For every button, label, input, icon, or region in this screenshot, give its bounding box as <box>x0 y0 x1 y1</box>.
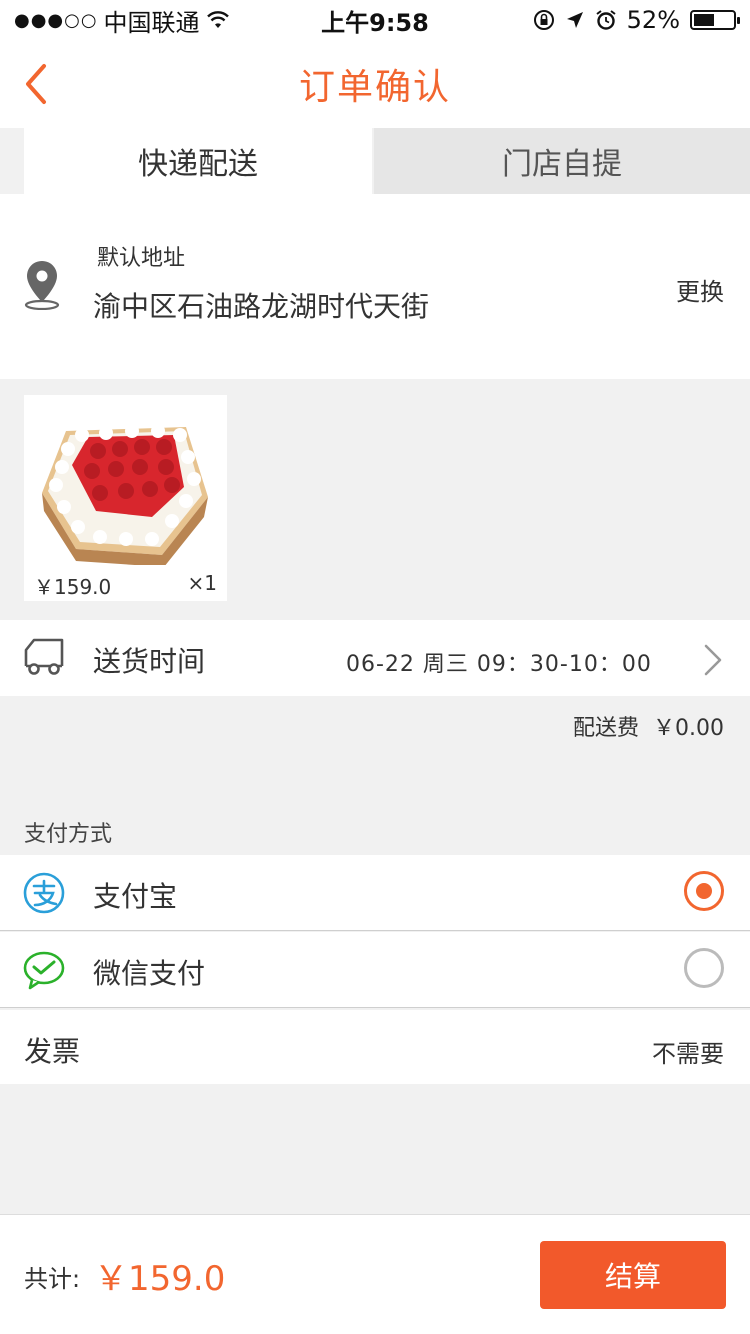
change-address-button[interactable]: 更换 <box>676 272 724 307</box>
battery-level-fill <box>694 14 714 26</box>
tab-store-pickup[interactable]: 门店自提 <box>374 128 750 194</box>
total-label: 共计: <box>24 1265 81 1293</box>
alipay-icon <box>23 872 65 914</box>
truck-icon <box>24 638 64 675</box>
product-quantity: ×1 <box>187 571 217 595</box>
status-bar: ●●●○○ 中国联通 上午9:58 52% <box>0 0 750 40</box>
total-amount: ￥159.0 <box>94 1259 226 1299</box>
delivery-fee-value: ￥0.00 <box>653 716 724 741</box>
chevron-right-icon <box>704 644 722 676</box>
address-default-label: 默认地址 <box>97 246 186 271</box>
payment-method-heading: 支付方式 <box>24 822 113 847</box>
status-left: ●●●○○ 中国联通 <box>14 3 314 38</box>
battery-icon <box>690 10 740 30</box>
alipay-radio[interactable] <box>684 871 724 911</box>
carrier-name: 中国联通 <box>103 8 200 37</box>
payment-option-alipay[interactable]: 支付宝 <box>0 855 750 931</box>
back-button[interactable] <box>20 62 60 106</box>
wechat-pay-label: 微信支付 <box>93 957 206 990</box>
rotation-lock-icon <box>533 10 554 30</box>
tab-express-delivery[interactable]: 快递配送 <box>24 128 372 194</box>
battery-percent: 52% <box>626 6 680 34</box>
delivery-tabs: 快递配送 门店自提 <box>0 128 750 194</box>
alipay-label: 支付宝 <box>93 880 178 913</box>
checkout-bar: 共计: ￥159.0 结算 <box>0 1214 750 1334</box>
address-text: 渝中区石油路龙湖时代天街 <box>93 290 430 323</box>
invoice-row[interactable]: 发票 不需要 <box>0 1010 750 1084</box>
delivery-fee-label: 配送费 <box>572 716 639 741</box>
delivery-time-row[interactable]: 送货时间 06-22 周三 09：30-10：00 <box>0 620 750 696</box>
delivery-fee: 配送费 ￥0.00 <box>573 710 724 742</box>
page-title: 订单确认 <box>298 67 451 108</box>
delivery-time-value: 06-22 周三 09：30-10：00 <box>346 652 652 677</box>
invoice-value: 不需要 <box>652 1040 724 1068</box>
nav-bar: 订单确认 <box>0 40 750 128</box>
invoice-label: 发票 <box>24 1035 81 1068</box>
location-pin-icon <box>24 261 60 310</box>
status-time: 上午9:58 <box>321 8 429 37</box>
status-right: 52% <box>436 6 740 34</box>
location-arrow-icon <box>566 12 583 28</box>
delivery-time-label: 送货时间 <box>93 645 206 678</box>
chevron-left-icon <box>26 64 46 104</box>
wechat-pay-radio[interactable] <box>684 948 724 988</box>
wechat-pay-icon <box>23 951 65 990</box>
cake-image <box>42 424 208 565</box>
product-price: ￥159.0 <box>34 575 112 599</box>
signal-strength-icon: ●●●○○ <box>14 9 98 31</box>
checkout-button[interactable]: 结算 <box>540 1241 726 1309</box>
alarm-icon <box>596 10 616 30</box>
product-card[interactable]: ￥159.0 ×1 <box>24 395 227 601</box>
payment-option-wechat[interactable]: 微信支付 <box>0 932 750 1008</box>
wifi-icon <box>206 11 229 28</box>
